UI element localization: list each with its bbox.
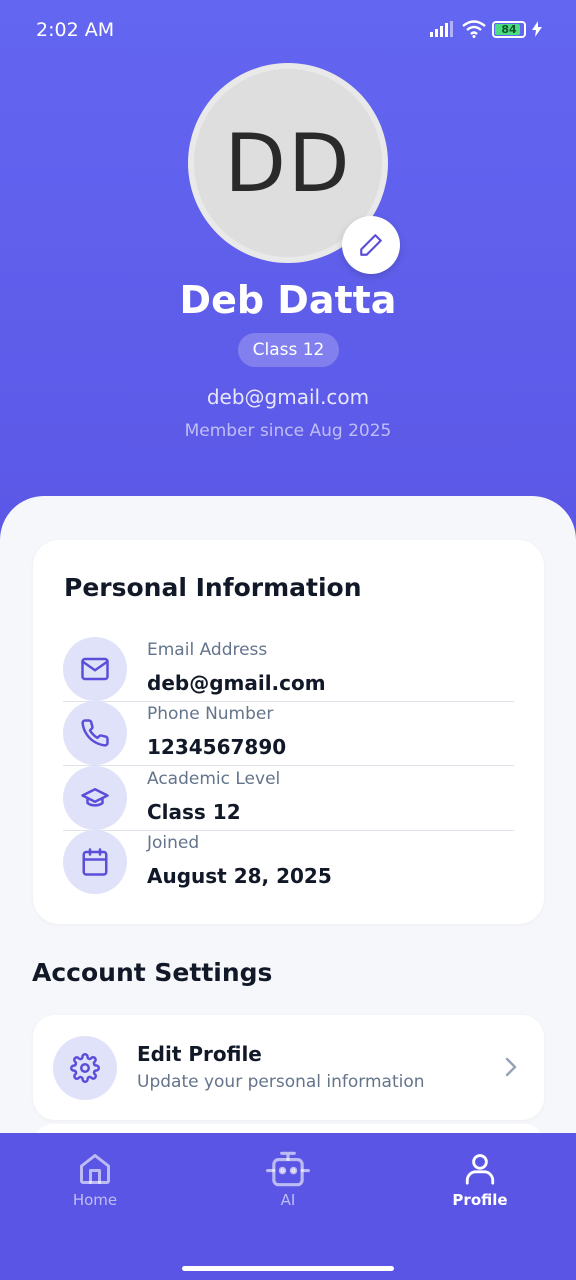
nav-label: Profile bbox=[452, 1191, 508, 1209]
setting-subtitle: Update your personal information bbox=[137, 1072, 425, 1092]
phone-icon bbox=[63, 701, 127, 765]
setting-title: Edit Profile bbox=[137, 1042, 262, 1066]
member-since: Member since Aug 2025 bbox=[184, 421, 392, 441]
class-badge: Class 12 bbox=[238, 333, 339, 367]
info-row-email: Email Address deb@gmail.com bbox=[63, 637, 514, 702]
personal-info-title: Personal Information bbox=[64, 573, 362, 602]
profile-email: deb@gmail.com bbox=[206, 385, 370, 409]
mail-icon bbox=[63, 637, 127, 701]
pencil-icon bbox=[360, 234, 382, 256]
info-label: Email Address bbox=[147, 640, 268, 660]
graduation-cap-icon bbox=[63, 766, 127, 830]
info-label: Phone Number bbox=[147, 704, 274, 724]
info-value: August 28, 2025 bbox=[147, 864, 332, 888]
user-icon bbox=[465, 1154, 495, 1185]
profile-name: Deb Datta bbox=[179, 278, 397, 322]
status-bar: 2:02 AM 84 bbox=[0, 0, 576, 64]
chevron-right-icon bbox=[505, 1057, 517, 1077]
signal-icon bbox=[430, 21, 453, 37]
home-icon bbox=[80, 1154, 110, 1184]
personal-info-card: Personal Information Email Address deb@g… bbox=[33, 540, 544, 924]
info-value: 1234567890 bbox=[147, 735, 287, 759]
info-value: deb@gmail.com bbox=[147, 671, 326, 695]
edit-avatar-button[interactable] bbox=[342, 216, 400, 274]
info-row-joined: Joined August 28, 2025 bbox=[63, 830, 514, 895]
nav-label: AI bbox=[280, 1191, 296, 1209]
avatar-initials: DD bbox=[224, 116, 352, 210]
nav-label: Home bbox=[72, 1191, 118, 1209]
nav-home[interactable]: Home bbox=[35, 1149, 155, 1209]
nav-ai[interactable]: AI bbox=[228, 1149, 348, 1209]
info-label: Joined bbox=[147, 833, 200, 853]
status-icons: 84 bbox=[430, 20, 542, 38]
home-indicator bbox=[182, 1266, 394, 1271]
edit-profile-button[interactable]: Edit Profile Update your personal inform… bbox=[33, 1015, 544, 1120]
charging-icon bbox=[532, 21, 542, 37]
gear-icon bbox=[53, 1036, 117, 1100]
info-value: Class 12 bbox=[147, 800, 241, 824]
info-row-phone: Phone Number 1234567890 bbox=[63, 701, 514, 766]
status-time: 2:02 AM bbox=[36, 19, 115, 41]
robot-icon bbox=[266, 1151, 310, 1187]
battery-icon: 84 bbox=[492, 20, 526, 38]
calendar-icon bbox=[63, 830, 127, 894]
info-label: Academic Level bbox=[147, 769, 281, 789]
nav-profile[interactable]: Profile bbox=[420, 1149, 540, 1209]
account-settings-title: Account Settings bbox=[32, 958, 273, 987]
bottom-nav: Home AI Profile bbox=[0, 1133, 576, 1280]
wifi-icon bbox=[462, 20, 486, 38]
profile-header: 2:02 AM 84 DD Deb Datta Class 12 deb@gma… bbox=[0, 0, 576, 560]
info-row-academic: Academic Level Class 12 bbox=[63, 766, 514, 831]
battery-level: 84 bbox=[501, 22, 517, 36]
